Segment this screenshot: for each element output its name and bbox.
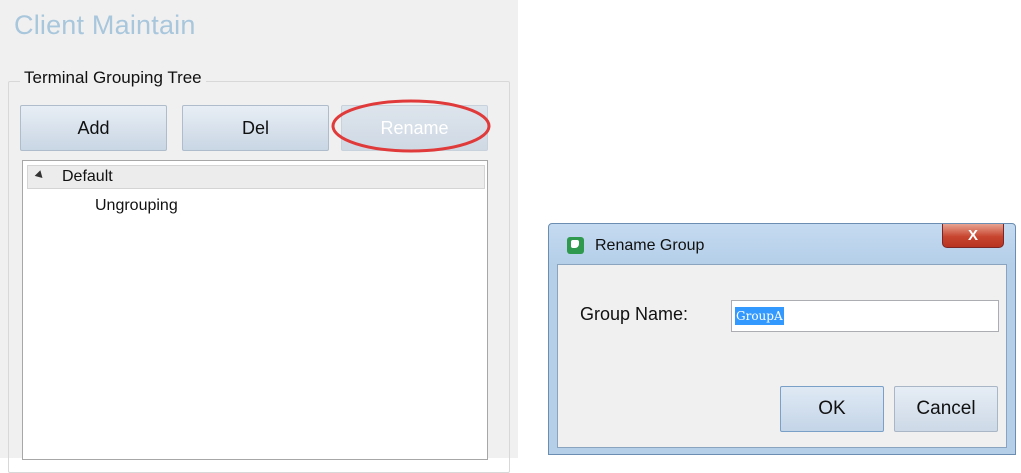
client-maintain-panel: Client Maintain Terminal Grouping Tree A…: [0, 0, 518, 473]
expand-arrow-icon[interactable]: [34, 170, 46, 181]
tree-node-default[interactable]: Default: [27, 165, 485, 189]
dialog-body: Group Name: GroupA OK Cancel: [557, 264, 1007, 448]
group-name-value: GroupA: [735, 307, 784, 325]
dialog-title: Rename Group: [595, 237, 705, 254]
group-name-label: Group Name:: [580, 304, 689, 324]
cancel-button[interactable]: Cancel: [894, 386, 998, 432]
rename-button[interactable]: Rename: [341, 105, 488, 151]
del-button[interactable]: Del: [182, 105, 329, 151]
tree-node-ungrouping[interactable]: Ungrouping: [95, 197, 178, 215]
groupbox-label: Terminal Grouping Tree: [20, 68, 206, 88]
grouping-tree[interactable]: Default Ungrouping: [22, 160, 488, 460]
close-button[interactable]: X: [942, 224, 1004, 248]
app-icon: [567, 237, 584, 254]
group-name-input[interactable]: GroupA: [731, 300, 999, 332]
ok-button[interactable]: OK: [780, 386, 884, 432]
page-title: Client Maintain: [14, 10, 196, 40]
rename-group-dialog: Rename Group X Group Name: GroupA OK Can…: [548, 223, 1016, 455]
tree-node-label: Default: [62, 168, 113, 185]
add-button[interactable]: Add: [20, 105, 167, 151]
